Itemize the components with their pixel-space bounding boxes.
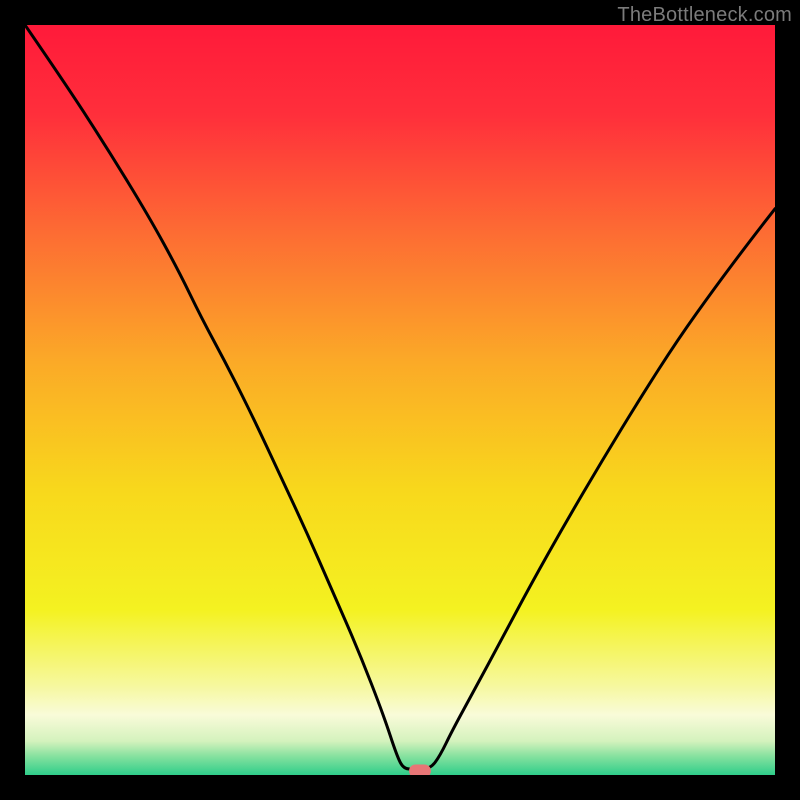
chart-frame: TheBottleneck.com — [0, 0, 800, 800]
watermark-text: TheBottleneck.com — [617, 4, 792, 27]
plot-svg — [25, 25, 775, 775]
optimal-point-marker — [409, 765, 431, 775]
gradient-background — [25, 25, 775, 775]
plot-area — [25, 25, 775, 775]
